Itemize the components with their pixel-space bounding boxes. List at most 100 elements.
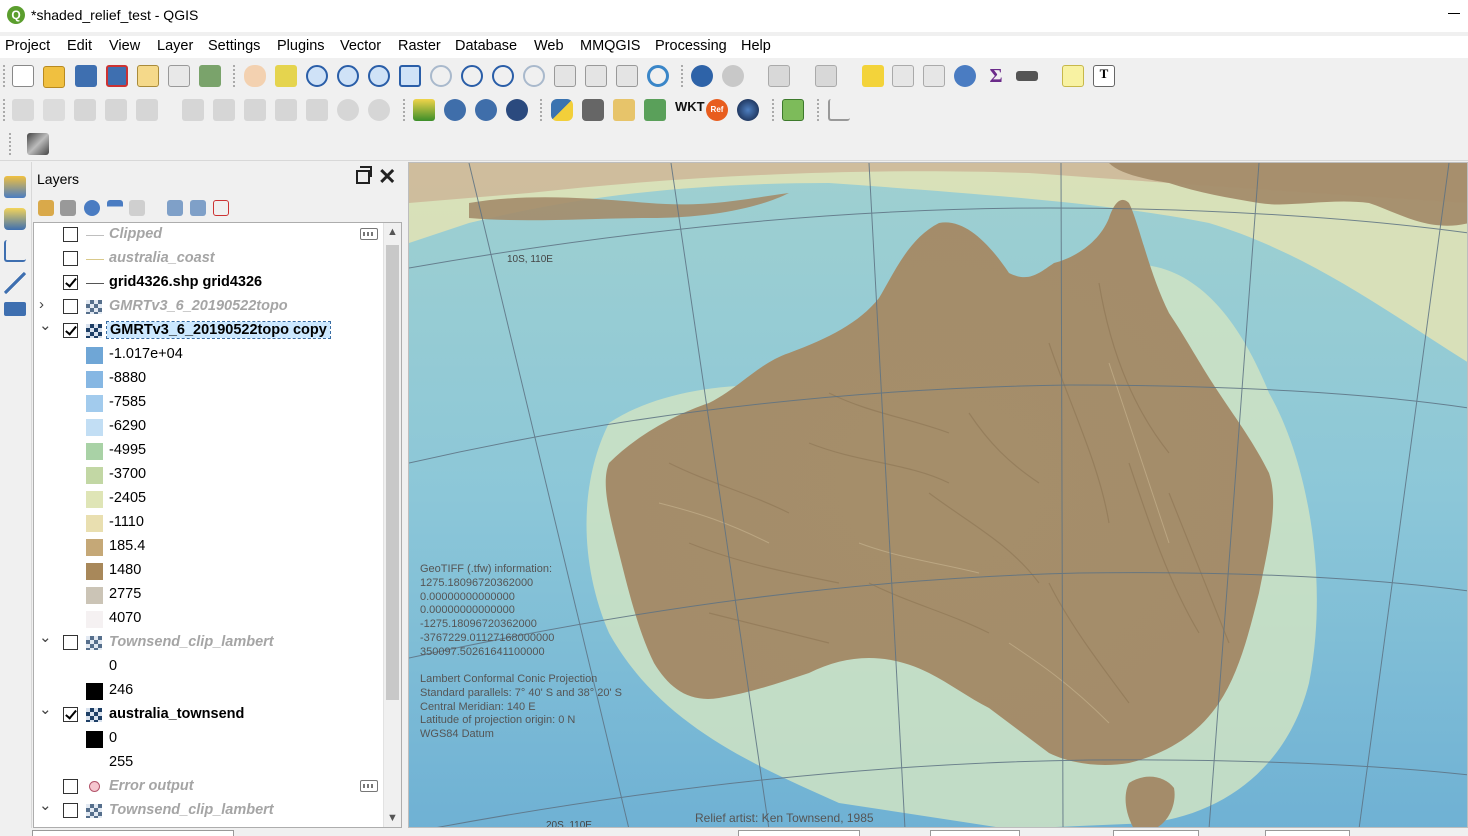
- folder-plugin-icon[interactable]: [613, 99, 635, 121]
- raster-plugin-icon[interactable]: [27, 133, 49, 155]
- map-canvas[interactable]: 10S, 110E 20S, 110E GeoTIFF (.tfw) infor…: [408, 162, 1468, 828]
- collapse-chevron-icon[interactable]: ⌄: [39, 700, 53, 718]
- filter-legend-icon[interactable]: [107, 200, 123, 216]
- toolbar-grip[interactable]: [681, 65, 683, 89]
- ref-icon[interactable]: Ref: [706, 99, 728, 121]
- measure-line-icon[interactable]: [1016, 71, 1038, 81]
- run-feature-action-icon[interactable]: [722, 65, 744, 87]
- toggle-editing-icon[interactable]: [43, 99, 65, 121]
- status-field[interactable]: [930, 830, 1020, 836]
- expand-all-icon[interactable]: [167, 200, 183, 216]
- menu-raster[interactable]: Raster: [398, 38, 441, 54]
- minimize-button[interactable]: [1448, 13, 1460, 14]
- layer-tree-item[interactable]: ⌄ australia_townsend: [34, 700, 384, 727]
- layer-visibility-checkbox[interactable]: [63, 323, 78, 338]
- memory-layer-indicator-icon[interactable]: [360, 228, 378, 240]
- save-as-icon[interactable]: [106, 65, 128, 87]
- new-project-icon[interactable]: [12, 65, 34, 87]
- attribute-table-icon[interactable]: [892, 65, 914, 87]
- toolbar-grip[interactable]: [3, 99, 5, 123]
- layer-visibility-checkbox[interactable]: [63, 275, 78, 290]
- close-panel-button[interactable]: ✕: [378, 164, 396, 190]
- menu-layer[interactable]: Layer: [157, 38, 193, 54]
- add-delimited-text-icon[interactable]: [4, 240, 26, 262]
- status-field[interactable]: [738, 830, 860, 836]
- copy-features-icon[interactable]: [275, 99, 297, 121]
- zoom-last-icon[interactable]: [492, 65, 514, 87]
- layout-manager-icon[interactable]: [168, 65, 190, 87]
- zoom-native-icon[interactable]: [368, 65, 390, 87]
- toolbar-grip[interactable]: [540, 99, 542, 123]
- style-panel-icon[interactable]: [38, 200, 54, 216]
- toolbar-grip[interactable]: [403, 99, 405, 123]
- save-project-icon[interactable]: [75, 65, 97, 87]
- expand-chevron-icon[interactable]: ›: [39, 296, 53, 313]
- add-wms-layer-icon[interactable]: [4, 302, 26, 316]
- manage-themes-icon[interactable]: [84, 200, 100, 216]
- pan-to-selection-icon[interactable]: [275, 65, 297, 87]
- pointer-tool-icon[interactable]: [828, 99, 850, 121]
- select-features-icon[interactable]: [768, 65, 790, 87]
- refresh-icon[interactable]: [647, 65, 669, 87]
- layer-tree-item[interactable]: Error output: [34, 775, 384, 799]
- earth-icon[interactable]: [737, 99, 759, 121]
- filter-expression-icon[interactable]: [129, 200, 145, 216]
- layer-visibility-checkbox[interactable]: [63, 227, 78, 242]
- menu-database[interactable]: Database: [455, 38, 517, 54]
- zoom-out-icon[interactable]: [337, 65, 359, 87]
- toolbar-grip[interactable]: [9, 133, 11, 157]
- statistical-summary-icon[interactable]: Σ: [985, 65, 1007, 87]
- zoom-selection-icon[interactable]: [430, 65, 452, 87]
- layer-tree-item[interactable]: Clipped: [34, 223, 384, 247]
- deselect-features-icon[interactable]: [862, 65, 884, 87]
- toolbar-grip[interactable]: [817, 99, 819, 123]
- menu-project[interactable]: Project: [5, 38, 50, 54]
- layer-tree-item[interactable]: ⌄ GMRTv3_6_20190522topo copy: [34, 317, 384, 343]
- toolbar-grip[interactable]: [233, 65, 235, 89]
- georeferencer-icon[interactable]: [413, 99, 435, 121]
- field-calculator-icon[interactable]: [923, 65, 945, 87]
- style-manager-icon[interactable]: [199, 65, 221, 87]
- current-edits-icon[interactable]: [12, 99, 34, 121]
- cut-features-icon[interactable]: [244, 99, 266, 121]
- menu-plugins[interactable]: Plugins: [277, 38, 325, 54]
- globe-plugin-icon[interactable]: [506, 99, 528, 121]
- layer-visibility-checkbox[interactable]: [63, 707, 78, 722]
- select-by-expression-icon[interactable]: [815, 65, 837, 87]
- layer-visibility-checkbox[interactable]: [63, 251, 78, 266]
- menu-vector[interactable]: Vector: [340, 38, 381, 54]
- layer-tree-item[interactable]: › GMRTv3_6_20190522topo: [34, 295, 384, 319]
- modify-attributes-icon[interactable]: [182, 99, 204, 121]
- map-tips-icon[interactable]: [1062, 65, 1084, 87]
- add-group-icon[interactable]: [60, 200, 76, 216]
- collapse-all-icon[interactable]: [190, 200, 206, 216]
- zoom-full-icon[interactable]: [399, 65, 421, 87]
- python-console-icon[interactable]: [551, 99, 573, 121]
- layer-visibility-checkbox[interactable]: [63, 779, 78, 794]
- pan-icon[interactable]: [244, 65, 266, 87]
- scroll-thumb[interactable]: [386, 245, 399, 700]
- collapse-chevron-icon[interactable]: ⌄: [39, 628, 53, 646]
- menu-web[interactable]: Web: [534, 38, 564, 54]
- status-field[interactable]: [1113, 830, 1199, 836]
- vertex-tool-icon[interactable]: [136, 99, 158, 121]
- screenshot-icon[interactable]: [582, 99, 604, 121]
- layer-tree-item[interactable]: grid4326.shp grid4326: [34, 271, 384, 295]
- digitize-icon[interactable]: [4, 272, 26, 294]
- redo-icon[interactable]: [368, 99, 390, 121]
- delete-selected-icon[interactable]: [213, 99, 235, 121]
- undo-icon[interactable]: [337, 99, 359, 121]
- layer-tree-item[interactable]: australia_coast: [34, 247, 384, 271]
- add-layer-icon[interactable]: [4, 176, 26, 198]
- layer-tree-item[interactable]: ⌄ Townsend_clip_lambert: [34, 628, 384, 655]
- layer-stack-icon[interactable]: [644, 99, 666, 121]
- paste-features-icon[interactable]: [306, 99, 328, 121]
- new-print-layout-icon[interactable]: [137, 65, 159, 87]
- zoom-layer-icon[interactable]: [461, 65, 483, 87]
- add-vector-layer-icon[interactable]: [4, 208, 26, 230]
- web-search-icon[interactable]: [475, 99, 497, 121]
- toolbar-grip[interactable]: [3, 65, 5, 89]
- remove-layer-icon[interactable]: [213, 200, 229, 216]
- open-project-icon[interactable]: [43, 66, 65, 88]
- web-service-icon[interactable]: [444, 99, 466, 121]
